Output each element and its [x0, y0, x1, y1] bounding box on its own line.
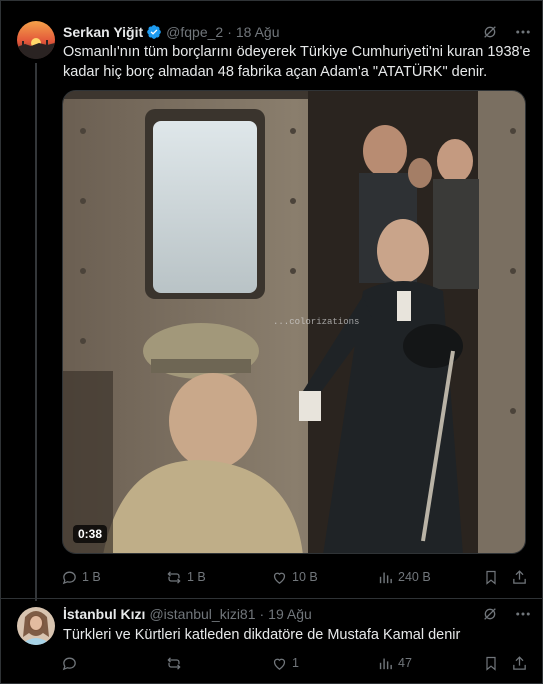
share-icon: [513, 655, 526, 670]
bookmark-button[interactable]: [483, 569, 499, 586]
timeline-frame: Serkan Yiğit @fqpe_2 · 18 Ağu Osmanlı'nı…: [0, 0, 543, 684]
retweet-button[interactable]: 1 B: [165, 569, 206, 586]
retweet-count: 1 B: [187, 570, 206, 584]
tweet-2[interactable]: İstanbul Kızı @istanbul_kizi81 · 19 Ağu …: [1, 599, 543, 684]
reply-count: 1 B: [82, 570, 101, 584]
timestamp[interactable]: 18 Ağu: [236, 24, 280, 40]
share-icon: [513, 569, 526, 584]
retweet-icon: [167, 570, 181, 584]
grok-icon[interactable]: [482, 606, 498, 622]
retweet-button[interactable]: [165, 655, 187, 672]
more-icon[interactable]: [514, 605, 532, 623]
avatar[interactable]: [17, 21, 55, 59]
views-icon: [379, 572, 392, 583]
tweet-header: İstanbul Kızı @istanbul_kizi81 · 19 Ağu: [63, 604, 532, 624]
handle[interactable]: @fqpe_2: [166, 24, 223, 40]
bookmark-icon: [486, 656, 496, 671]
video-player[interactable]: ...colorizations 0:38: [62, 90, 526, 554]
reply-icon: [62, 571, 76, 584]
display-name[interactable]: İstanbul Kızı: [63, 606, 145, 622]
separator-dot: ·: [227, 24, 232, 40]
display-name[interactable]: Serkan Yiğit: [63, 24, 143, 40]
header-actions: [482, 604, 532, 624]
tweet-text: Türkleri ve Kürtleri katleden dikdatöre …: [63, 627, 461, 643]
like-icon: [273, 658, 286, 670]
more-icon[interactable]: [514, 23, 532, 41]
views-button[interactable]: 240 B: [377, 569, 431, 586]
grok-icon[interactable]: [482, 24, 498, 40]
bookmark-icon: [486, 570, 496, 585]
tweet-actions: 1 B 1 B 10 B 240 B: [61, 567, 529, 587]
share-button[interactable]: [511, 569, 528, 586]
reply-button[interactable]: [61, 655, 82, 672]
bookmark-button[interactable]: [483, 655, 499, 672]
avatar[interactable]: [17, 607, 55, 645]
like-button[interactable]: 1: [271, 655, 299, 672]
header-actions: [482, 22, 532, 42]
views-button[interactable]: 47: [377, 655, 412, 672]
separator-dot: ·: [259, 606, 265, 622]
like-button[interactable]: 10 B: [271, 569, 318, 586]
tweet-actions: 1 47: [61, 653, 529, 673]
timestamp[interactable]: 19 Ağu: [268, 606, 312, 622]
views-icon: [379, 658, 392, 669]
video-duration: 0:38: [73, 525, 108, 543]
retweet-icon: [167, 656, 181, 670]
reply-icon: [62, 657, 76, 670]
reply-button[interactable]: 1 B: [61, 569, 101, 586]
handle[interactable]: @istanbul_kizi81: [149, 606, 255, 622]
tweet-1[interactable]: Serkan Yiğit @fqpe_2 · 18 Ağu Osmanlı'nı…: [1, 1, 543, 601]
tweet-header: Serkan Yiğit @fqpe_2 · 18 Ağu: [63, 22, 532, 42]
thread-line: [35, 63, 37, 601]
like-count: 10 B: [292, 570, 318, 584]
video-frame: ...colorizations: [63, 91, 525, 553]
video-watermark: ...colorizations: [273, 317, 359, 327]
like-count: 1: [292, 656, 299, 670]
like-icon: [273, 572, 286, 584]
share-button[interactable]: [511, 655, 528, 672]
verified-badge-icon: [146, 24, 162, 40]
view-count: 47: [398, 656, 412, 670]
tweet-text: Osmanlı'nın tüm borçlarını ödeyerek Türk…: [63, 44, 531, 80]
view-count: 240 B: [398, 570, 431, 584]
